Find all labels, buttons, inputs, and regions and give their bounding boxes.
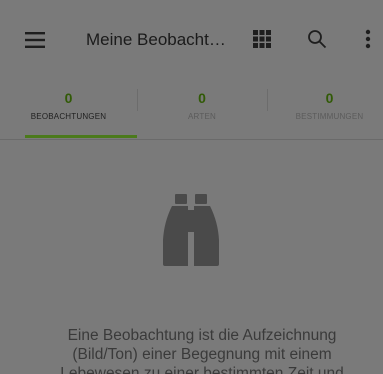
tab-label: BESTIMMUNGEN (295, 112, 364, 121)
tab-count: 0 (325, 90, 334, 106)
tab-arten[interactable]: 0 ARTEN (137, 79, 267, 139)
menu-button[interactable] (16, 21, 54, 59)
hamburger-menu-icon (25, 32, 45, 48)
empty-state-line: (Bild/Ton) einer Begegnung mit einem (72, 346, 332, 363)
active-tab-indicator (25, 135, 137, 138)
page-title: Meine Beobachtu… (86, 30, 228, 49)
more-options-button[interactable] (356, 23, 380, 55)
grid-view-button[interactable] (247, 24, 277, 54)
tab-count: 0 (198, 90, 206, 106)
empty-state-text: Eine Beobachtung ist die Aufzeichnung (B… (32, 326, 372, 374)
screen: Meine Beobachtu… 0 BEOBACHTUNGEN 0 ARTEN… (0, 0, 383, 374)
binoculars-icon (163, 194, 219, 266)
tab-bar: 0 BEOBACHTUNGEN 0 ARTEN 0 BESTIMMUNGEN (0, 79, 383, 140)
grid-view-icon (253, 30, 271, 48)
search-icon (308, 30, 327, 49)
tab-beobachtungen[interactable]: 0 BEOBACHTUNGEN (0, 79, 137, 139)
more-vert-icon (365, 29, 371, 49)
app-bar: Meine Beobachtu… (11, 9, 382, 71)
tabs-divider-line (0, 139, 383, 140)
tab-bestimmungen[interactable]: 0 BESTIMMUNGEN (267, 79, 383, 139)
empty-state-line: Eine Beobachtung ist die Aufzeichnung (67, 327, 337, 344)
tab-count: 0 (64, 90, 73, 106)
tab-label: BEOBACHTUNGEN (30, 112, 107, 121)
search-button[interactable] (301, 23, 333, 55)
tab-label: ARTEN (188, 112, 216, 121)
empty-state-line: Lebewesen zu einer bestimmten Zeit und (60, 365, 344, 374)
